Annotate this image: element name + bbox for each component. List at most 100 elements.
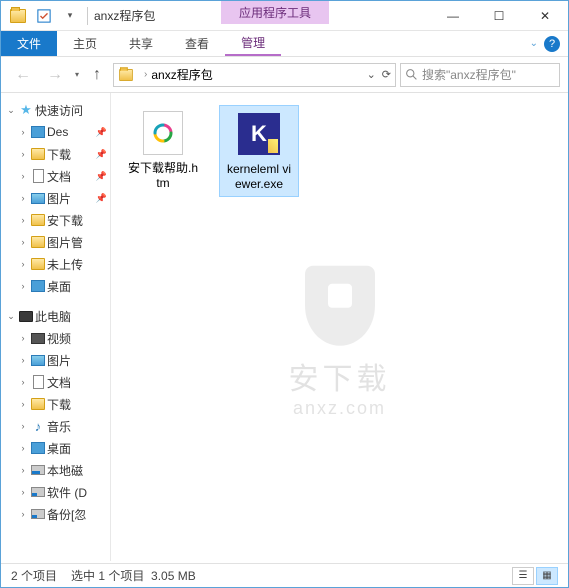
file-name: kerneleml viewer.exe: [224, 162, 294, 192]
expand-icon[interactable]: ›: [17, 259, 29, 269]
icons-view-button[interactable]: ▦: [536, 567, 558, 585]
back-button[interactable]: ←: [9, 61, 37, 89]
quick-access-toolbar: ▾: [1, 5, 81, 27]
folder-icon[interactable]: [7, 5, 29, 27]
navigation-pane: ⌄ ★ 快速访问 ›Des📌›下载📌›文档📌›图片📌›安下载›图片管›未上传›桌…: [1, 93, 111, 561]
sidebar-item-label: 下载: [47, 396, 71, 413]
expand-icon[interactable]: ›: [17, 171, 29, 181]
expand-icon[interactable]: ›: [17, 281, 29, 291]
breadcrumb-current[interactable]: anxz程序包: [151, 66, 212, 83]
address-bar[interactable]: › anxz程序包 ⌄ ⟳: [113, 63, 396, 87]
sidebar-item[interactable]: › 图片管: [1, 231, 110, 253]
shield-icon: [305, 266, 375, 346]
view-tab[interactable]: 查看: [169, 31, 225, 56]
expand-icon[interactable]: ›: [17, 127, 29, 137]
file-item[interactable]: Kkerneleml viewer.exe: [219, 105, 299, 197]
sidebar-item[interactable]: ›图片📌: [1, 187, 110, 209]
help-icon[interactable]: ?: [544, 36, 560, 52]
qat-customize-icon[interactable]: ▾: [59, 5, 81, 27]
diskc-icon: [29, 465, 47, 475]
manage-tab[interactable]: 管理: [225, 31, 281, 56]
sidebar-item[interactable]: › 备份[忽: [1, 503, 110, 525]
address-dropdown-icon[interactable]: ⌄: [367, 68, 376, 81]
sidebar-item[interactable]: › 未上传: [1, 253, 110, 275]
chevron-right-icon: ›: [144, 69, 147, 80]
sidebar-item-label: 视频: [47, 330, 71, 347]
ribbon-tabs: 文件 主页 共享 查看 管理 ⌄ ?: [1, 31, 568, 57]
sidebar-item[interactable]: ›图片: [1, 349, 110, 371]
sidebar-item-label: 未上传: [47, 256, 83, 273]
up-button[interactable]: ↑: [85, 63, 109, 87]
sidebar-item-label: 下载: [47, 146, 71, 163]
expand-icon[interactable]: ›: [17, 237, 29, 247]
pin-icon: 📌: [96, 149, 107, 160]
expand-ribbon-icon[interactable]: ⌄: [530, 38, 538, 49]
properties-icon[interactable]: [33, 5, 55, 27]
expand-icon[interactable]: ›: [17, 487, 29, 497]
sidebar-item[interactable]: › 安下载: [1, 209, 110, 231]
expand-icon[interactable]: ›: [17, 399, 29, 409]
video-icon: [29, 333, 47, 344]
address-folder-icon: [119, 69, 133, 81]
sidebar-item[interactable]: › 桌面: [1, 437, 110, 459]
file-item[interactable]: 安下载帮助.htm: [123, 105, 203, 195]
sidebar-item[interactable]: › 视频: [1, 327, 110, 349]
window-title: anxz程序包: [94, 7, 155, 24]
titlebar: ▾ anxz程序包 应用程序工具 — ☐ ✕: [1, 1, 568, 31]
expand-icon[interactable]: ›: [17, 377, 29, 387]
sidebar-item[interactable]: ›Des📌: [1, 121, 110, 143]
folder-icon: [29, 236, 47, 248]
close-button[interactable]: ✕: [522, 1, 568, 31]
htm-file-icon: [143, 111, 183, 155]
expand-icon[interactable]: ›: [17, 443, 29, 453]
expand-icon[interactable]: ›: [17, 421, 29, 431]
folder-icon: [29, 258, 47, 270]
sidebar-item-label: 备份[忽: [47, 506, 86, 523]
expand-icon[interactable]: ›: [17, 465, 29, 475]
watermark: 安下载 anxz.com: [289, 266, 391, 419]
home-tab[interactable]: 主页: [57, 31, 113, 56]
monitor-icon: [17, 311, 35, 322]
file-name: 安下载帮助.htm: [127, 161, 199, 191]
expand-icon[interactable]: ›: [17, 355, 29, 365]
sidebar-item-label: 图片管: [47, 234, 83, 251]
sidebar-this-pc[interactable]: ⌄ 此电脑: [1, 305, 110, 327]
sidebar-item[interactable]: ›文档: [1, 371, 110, 393]
search-input[interactable]: 搜索"anxz程序包": [400, 63, 560, 87]
expand-icon[interactable]: ›: [17, 193, 29, 203]
expand-icon[interactable]: ›: [17, 333, 29, 343]
blue-icon: [29, 126, 47, 138]
sidebar-item-label: 桌面: [47, 440, 71, 457]
sidebar-quick-access[interactable]: ⌄ ★ 快速访问: [1, 99, 110, 121]
share-tab[interactable]: 共享: [113, 31, 169, 56]
refresh-icon[interactable]: ⟳: [382, 68, 391, 81]
folder-icon: [29, 398, 47, 410]
sidebar-item[interactable]: ›文档📌: [1, 165, 110, 187]
details-view-button[interactable]: ☰: [512, 567, 534, 585]
sidebar-item-label: 安下载: [47, 212, 83, 229]
sidebar-item-label: 图片: [47, 190, 71, 207]
forward-button[interactable]: →: [41, 61, 69, 89]
sidebar-label: 快速访问: [35, 102, 83, 119]
sidebar-item[interactable]: › 下载: [1, 393, 110, 415]
expand-icon[interactable]: ›: [17, 509, 29, 519]
sidebar-item-label: 音乐: [47, 418, 71, 435]
sidebar-item-label: Des: [47, 125, 68, 139]
pic-icon: [29, 355, 47, 366]
sidebar-item[interactable]: ›桌面: [1, 275, 110, 297]
file-pane[interactable]: 安下载帮助.htm Kkerneleml viewer.exe 安下载 anxz.…: [111, 93, 568, 561]
sidebar-item[interactable]: ›软件 (D: [1, 481, 110, 503]
sidebar-item[interactable]: ›本地磁: [1, 459, 110, 481]
sidebar-item[interactable]: ›♪音乐: [1, 415, 110, 437]
expand-icon[interactable]: ›: [17, 215, 29, 225]
history-dropdown-icon[interactable]: ▾: [73, 70, 81, 79]
navigation-bar: ← → ▾ ↑ › anxz程序包 ⌄ ⟳ 搜索"anxz程序包": [1, 57, 568, 93]
maximize-button[interactable]: ☐: [476, 1, 522, 31]
collapse-icon[interactable]: ⌄: [5, 311, 17, 322]
minimize-button[interactable]: —: [430, 1, 476, 31]
file-tab[interactable]: 文件: [1, 31, 57, 56]
sidebar-item[interactable]: › 下载 📌: [1, 143, 110, 165]
status-item-count: 2 个项目: [11, 567, 57, 584]
expand-icon[interactable]: ›: [17, 149, 29, 159]
collapse-icon[interactable]: ⌄: [5, 105, 17, 116]
